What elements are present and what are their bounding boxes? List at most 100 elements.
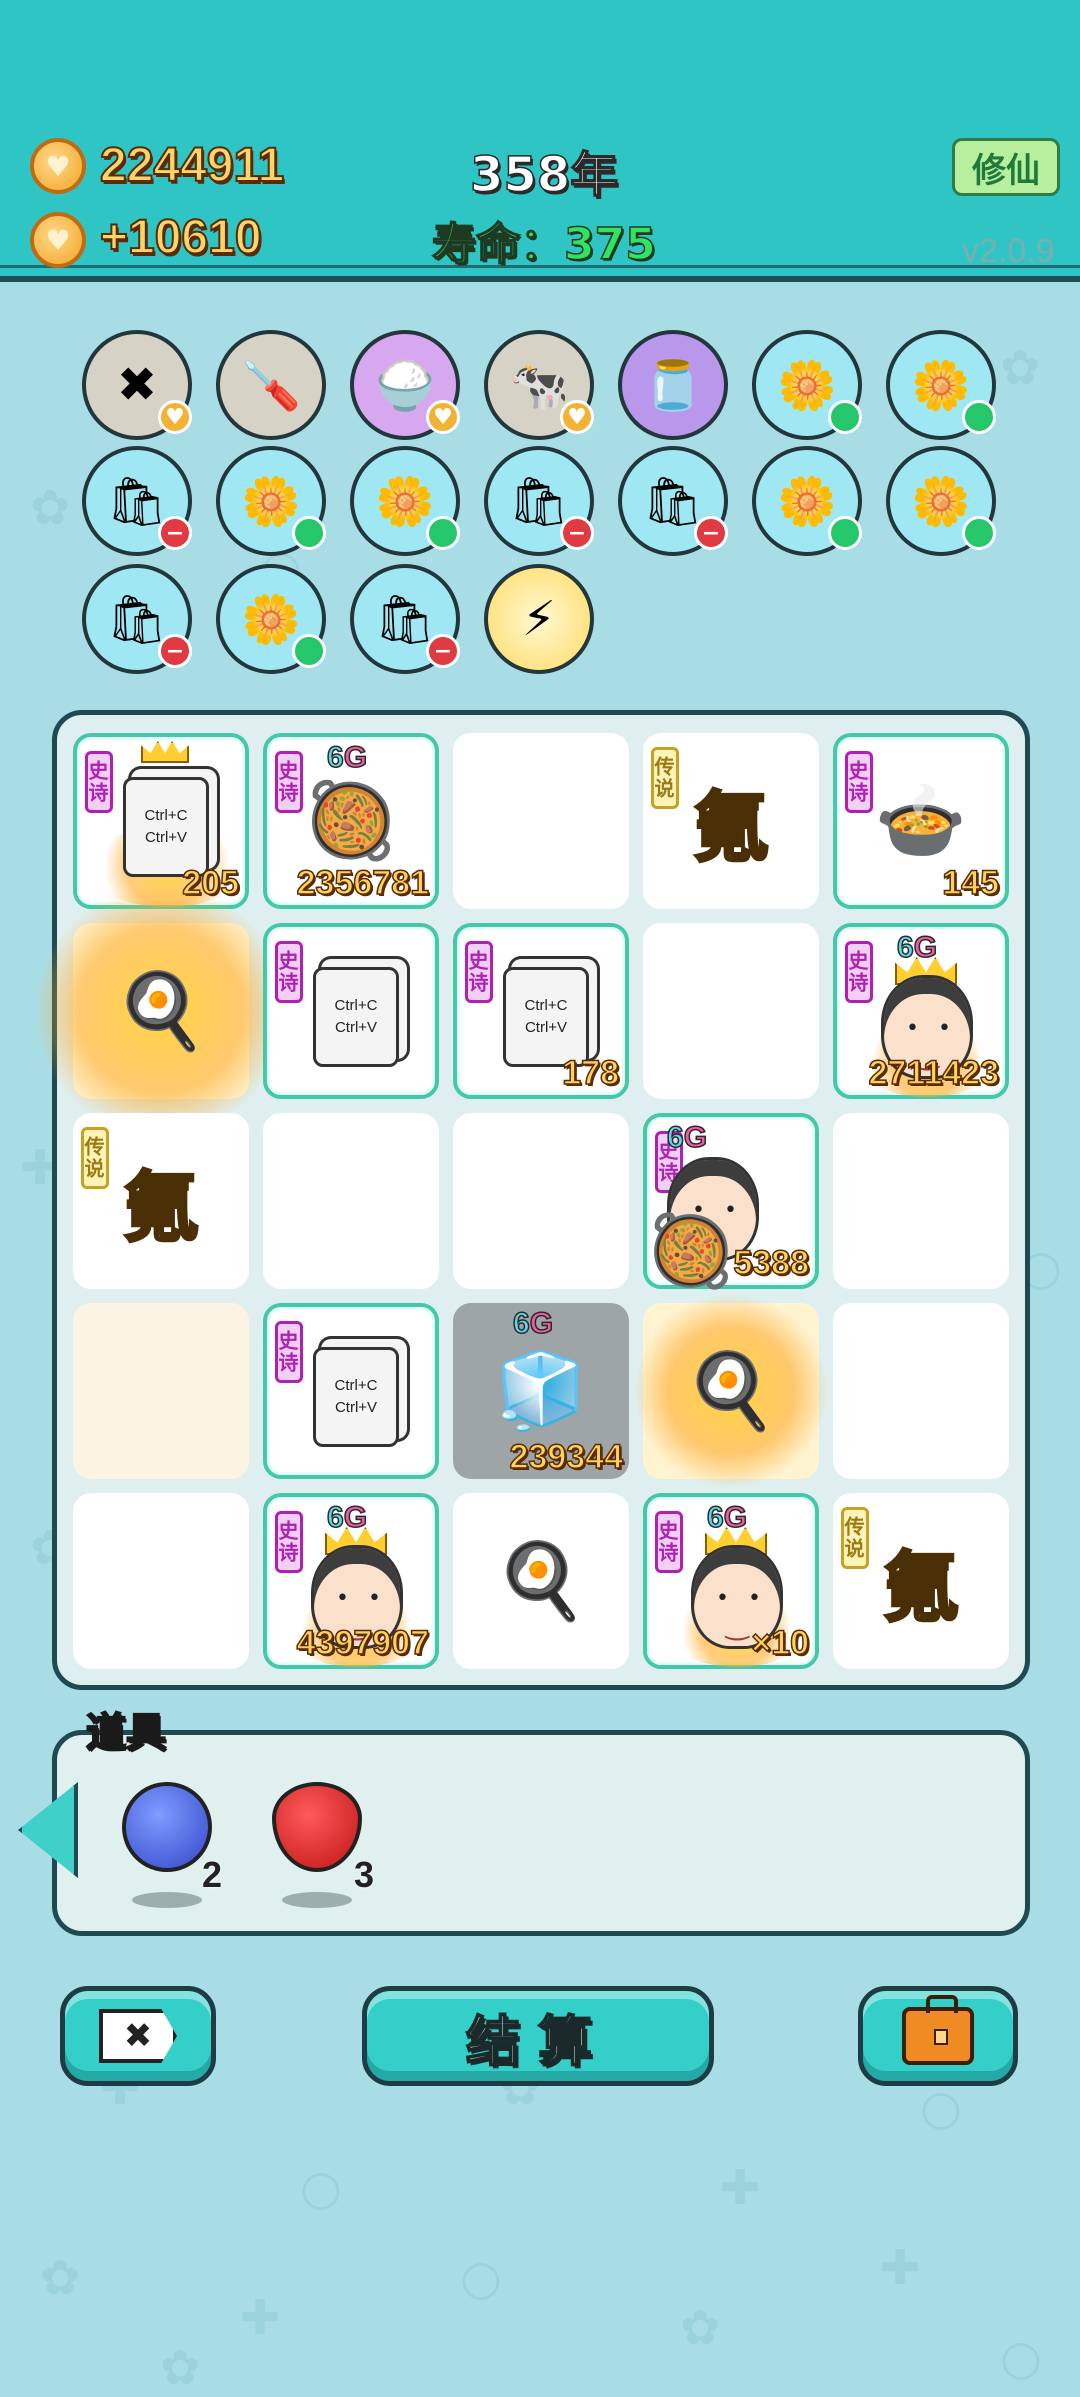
plus-badge-icon: [426, 516, 460, 550]
rice-bowl-icon[interactable]: 🍚 ♥: [350, 330, 460, 440]
crown-icon: [141, 741, 189, 763]
potted-flower-icon[interactable]: 🌼: [752, 446, 862, 556]
item-count: 2: [202, 1854, 223, 1895]
game-board: 史诗 Ctrl+C Ctrl+V 205 史诗 6G 🥘 2356781 传说 氪…: [33, 710, 1030, 1690]
lifespan-counter: 寿命：375: [431, 218, 656, 271]
item-count: 3: [354, 1854, 375, 1895]
delete-tag-icon[interactable]: ✖ ♥: [82, 330, 192, 440]
sack-icon[interactable]: 🛍 −: [82, 564, 192, 674]
potted-flower-icon[interactable]: 🌼: [752, 330, 862, 440]
screwdriver-icon[interactable]: 🪛: [216, 330, 326, 440]
sixg-badge: 6G: [666, 1120, 708, 1155]
heart-badge-icon: ♥: [158, 400, 192, 434]
copy-paste-card-icon: Ctrl+C Ctrl+V: [503, 967, 589, 1067]
rarity-epic-badge: 史诗: [465, 941, 493, 1003]
rarity-epic-badge: 史诗: [275, 941, 303, 1003]
bag-button[interactable]: [858, 1986, 1018, 2086]
coin-icon: ♥: [30, 138, 86, 194]
board-cell-empty[interactable]: [73, 1493, 249, 1669]
cooker-icon: 🍳: [494, 1537, 588, 1624]
potted-flower-icon[interactable]: 🌼: [350, 446, 460, 556]
discard-icon: ✖: [99, 2009, 177, 2063]
cows-icon[interactable]: 🐄 ♥: [484, 330, 594, 440]
cultivate-button[interactable]: 修仙: [952, 138, 1060, 196]
plus-badge-icon: [828, 400, 862, 434]
krypton-char: 氪: [692, 782, 771, 874]
board-cell-empty[interactable]: [833, 1113, 1009, 1289]
sack-icon[interactable]: 🛍 −: [484, 446, 594, 556]
cooker-icon: 🍳: [114, 967, 208, 1054]
board-cell-pressure-cooker-box[interactable]: 史诗 🍲 145: [833, 733, 1009, 909]
board-cell-6g-fridge[interactable]: 6G 🧊 239344: [453, 1303, 629, 1479]
board-cell-exploding-cooker[interactable]: 🍳: [633, 1293, 829, 1489]
lightning-icon[interactable]: ⚡: [484, 564, 594, 674]
board-cell-empty[interactable]: [453, 1113, 629, 1289]
income-coin-icon: ♥: [30, 212, 86, 268]
version-label: v2.0.9: [962, 232, 1055, 270]
milk-jar-icon[interactable]: 🫙: [618, 330, 728, 440]
cell-value: ×10: [751, 1623, 810, 1663]
rarity-epic-badge: 史诗: [275, 1321, 303, 1383]
potted-flower-icon[interactable]: 🌼: [216, 564, 326, 674]
board-cell-empty[interactable]: [453, 733, 629, 909]
board-cell-krypton[interactable]: 传说 氪: [73, 1113, 249, 1289]
heart-badge-icon: ♥: [426, 400, 460, 434]
minus-badge-icon: −: [426, 634, 460, 668]
board-cell-6g-kid[interactable]: 史诗 6G 4397907: [263, 1493, 439, 1669]
board-cell-empty[interactable]: [263, 1113, 439, 1289]
board-cell-cooker[interactable]: 🍳: [453, 1493, 629, 1669]
plus-badge-icon: [828, 516, 862, 550]
coin-total: 2244911: [99, 138, 285, 193]
item-shadow: [282, 1892, 352, 1908]
minus-badge-icon: −: [694, 516, 728, 550]
board-cell-copy-paste[interactable]: 史诗 Ctrl+C Ctrl+V 178: [453, 923, 629, 1099]
potted-flower-icon[interactable]: 🌼: [886, 446, 996, 556]
discard-button[interactable]: ✖: [60, 1986, 216, 2086]
copy-paste-card-icon: Ctrl+C Ctrl+V: [123, 777, 209, 877]
board-cell-pressure-cooker-sticker[interactable]: 史诗 6G 🥘 2356781: [263, 733, 439, 909]
cell-value: 145: [942, 863, 1000, 903]
items-title: 道具: [85, 1709, 167, 1757]
sack-icon[interactable]: 🛍 −: [350, 564, 460, 674]
plus-badge-icon: [292, 634, 326, 668]
copy-paste-card-icon: Ctrl+C Ctrl+V: [313, 967, 399, 1067]
rarity-epic-badge: 史诗: [85, 751, 113, 813]
rarity-epic-badge: 史诗: [275, 1511, 303, 1573]
sack-icon[interactable]: 🛍 −: [618, 446, 728, 556]
cell-value: 4397907: [296, 1623, 430, 1663]
cell-value: 2711423: [868, 1053, 1000, 1093]
board-cell-fading[interactable]: [73, 1303, 249, 1479]
blueberry-icon[interactable]: [122, 1782, 212, 1872]
cell-value: 5388: [733, 1243, 810, 1283]
plus-badge-icon: [962, 516, 996, 550]
board-cell-krypton[interactable]: 传说 氪: [833, 1493, 1009, 1669]
board-cell-copy-paste[interactable]: 史诗 Ctrl+C Ctrl+V: [263, 1303, 439, 1479]
board-cell-6g-kid[interactable]: 史诗 6G 2711423: [833, 923, 1009, 1099]
potted-flower-icon[interactable]: 🌼: [886, 330, 996, 440]
board-cell-6g-kid[interactable]: 史诗 6G 🥘 5388: [643, 1113, 819, 1292]
item-shadow: [132, 1892, 202, 1908]
sack-icon[interactable]: 🛍 −: [82, 446, 192, 556]
rarity-epic-badge: 史诗: [655, 1511, 683, 1573]
top-bar: ♥ 2244911 ♥ +10610 358年 寿命：375 修仙 v2.0.9: [0, 0, 1080, 282]
settle-label: 结算: [465, 2009, 610, 2074]
cell-value: 178: [562, 1053, 620, 1093]
board-cell-copy-paste[interactable]: 史诗 Ctrl+C Ctrl+V: [263, 923, 439, 1099]
krypton-char: 氪: [882, 1542, 961, 1634]
plus-badge-icon: [292, 516, 326, 550]
heart-badge-icon: ♥: [560, 400, 594, 434]
minus-badge-icon: −: [560, 516, 594, 550]
potted-flower-icon[interactable]: 🌼: [216, 446, 326, 556]
minus-badge-icon: −: [158, 516, 192, 550]
cell-value: 239344: [509, 1437, 624, 1477]
cooker-icon: 🍳: [684, 1347, 778, 1434]
board-cell-empty[interactable]: [643, 923, 819, 1099]
board-cell-krypton[interactable]: 传说 氪: [643, 733, 819, 909]
board-cell-empty[interactable]: [833, 1303, 1009, 1479]
year-counter: 358年: [469, 146, 619, 204]
board-cell-6g-kid[interactable]: 史诗 6G ×10: [643, 1493, 819, 1669]
settle-button[interactable]: 结算: [362, 1986, 714, 2086]
board-cell-exploding-cooker[interactable]: 🍳: [33, 883, 289, 1139]
coin-income: +10610: [99, 210, 263, 265]
plus-badge-icon: [962, 400, 996, 434]
